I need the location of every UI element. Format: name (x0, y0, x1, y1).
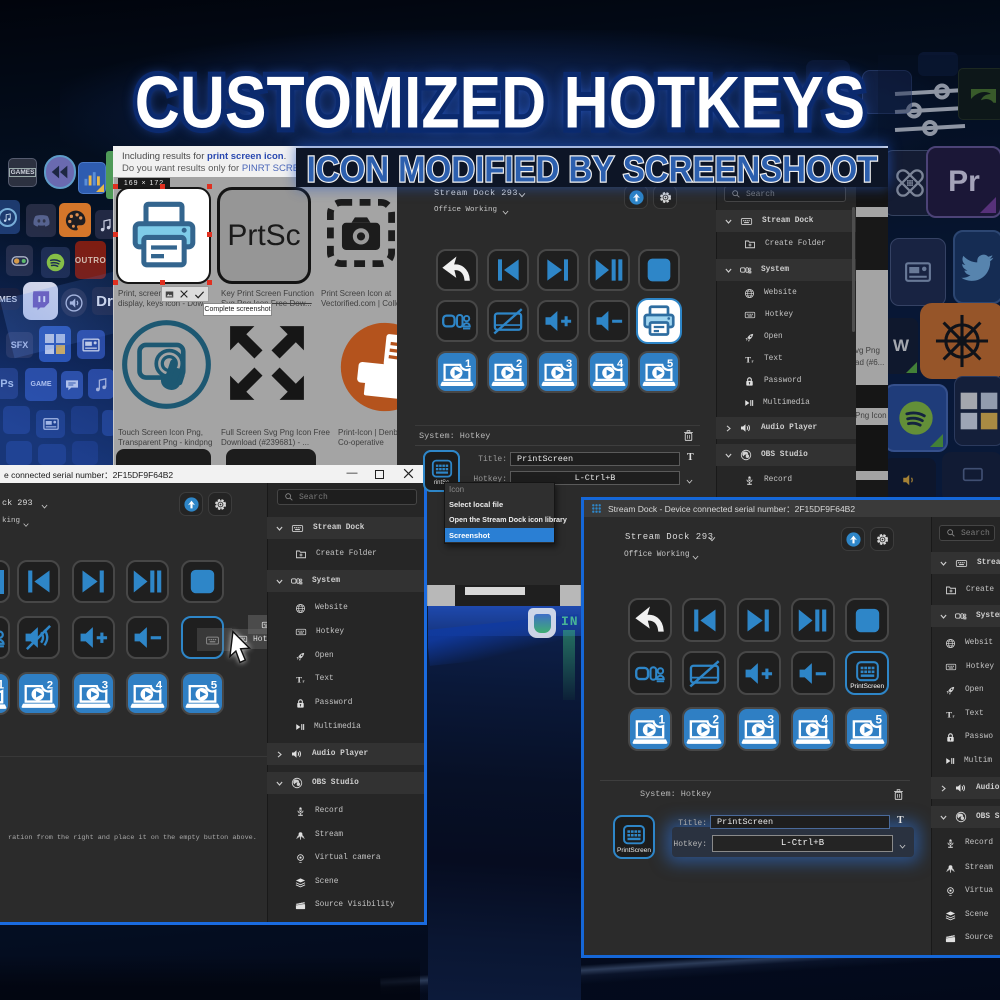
svg-text:3: 3 (101, 679, 107, 691)
svg-text:5: 5 (876, 714, 883, 727)
svg-text:T: T (946, 709, 952, 719)
svg-text:1: 1 (658, 714, 665, 727)
svg-text:5: 5 (667, 358, 673, 370)
svg-text:2: 2 (516, 358, 522, 370)
svg-text:T: T (296, 674, 302, 684)
svg-text:REC: REC (948, 842, 953, 844)
svg-text:T: T (745, 354, 751, 364)
svg-text:2: 2 (47, 679, 53, 691)
svg-text:r: r (302, 678, 304, 683)
svg-text:r: r (751, 358, 753, 363)
svg-text:4: 4 (156, 679, 163, 691)
svg-text:2: 2 (713, 714, 720, 727)
svg-text:4: 4 (821, 714, 828, 727)
svg-text:1: 1 (465, 358, 471, 370)
svg-text:r: r (952, 713, 954, 718)
svg-text:REC: REC (298, 810, 303, 812)
svg-text:REC: REC (747, 479, 752, 481)
svg-text:3: 3 (767, 714, 774, 727)
svg-text:1: 1 (0, 678, 4, 691)
svg-text:3: 3 (566, 358, 572, 370)
svg-text:4: 4 (617, 358, 624, 370)
svg-text:5: 5 (211, 679, 218, 691)
